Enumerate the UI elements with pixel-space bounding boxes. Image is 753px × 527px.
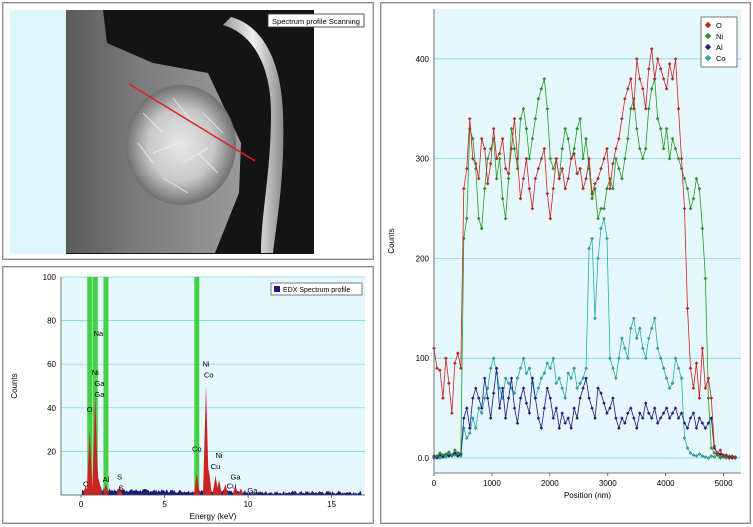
edx-peak-label: Al [103, 475, 110, 484]
profile-legend-label: Al [716, 43, 723, 52]
profile-y-tick-label: 200 [416, 254, 430, 263]
edx-peak-label: Co [192, 444, 202, 453]
sem-image[interactable]: Spectrum profile Scanning [3, 3, 375, 261]
edx-y-tick-label: 60 [47, 360, 56, 369]
edx-peak-label: Cu [227, 481, 237, 490]
profile-y-tick-label: 0.0 [418, 454, 430, 463]
edx-peak-label: Ga [94, 390, 105, 399]
profile-legend-label: Co [716, 54, 726, 63]
edx-x-tick-label: 5 [162, 500, 167, 509]
line-profile-chart[interactable]: 0.01002003004000 1000 2000 3000 4000 5000 Pos… [381, 3, 752, 525]
edx-y-tick-label: 80 [47, 317, 56, 326]
edx-x-axis-label: Energy (keV) [190, 512, 237, 521]
edx-peak-label: Co [204, 370, 214, 379]
flower-structure [126, 85, 236, 205]
edx-peak-label: Ga [231, 473, 242, 482]
profile-y-axis-label: Counts [387, 228, 396, 253]
edx-peak-label: Ni [215, 451, 222, 460]
edx-peak-label: O [87, 405, 93, 414]
image-caption: Spectrum profile Scanning [272, 17, 360, 26]
edx-y-tick-label: 100 [43, 273, 57, 282]
profile-x-tick-label: 0 [432, 479, 437, 488]
line-profile-panel: 0.0 100 200 300 400 0 1000 2000 3000 4000 5000 Pos… [380, 2, 751, 524]
edx-peak-label: Cu [211, 462, 221, 471]
edx-x-tick-label: 15 [327, 500, 336, 509]
edx-peak-label: S [117, 473, 122, 482]
sem-image-panel: Spectrum profile Scanning [2, 2, 374, 260]
edx-legend-swatch [274, 286, 280, 292]
profile-y-tick-label: 100 [416, 354, 430, 363]
edx-peak-label: Ga [247, 486, 258, 495]
profile-x-tick-label: 5000 [715, 479, 733, 488]
profile-x-axis-label: Position (nm) [564, 491, 611, 500]
edx-peak-label: S [119, 484, 124, 493]
edx-x-tick-label: 10 [244, 500, 253, 509]
edx-peak-label: Ni [202, 359, 209, 368]
profile-y-tick-label: 400 [416, 55, 430, 64]
edx-y-axis-label: Counts [10, 373, 19, 398]
edx-y-tick-label: 40 [47, 404, 56, 413]
edx-peak-label: Ni [92, 368, 99, 377]
profile-y-tick-label: 300 [416, 155, 430, 164]
profile-x-tick-label: 3000 [599, 479, 617, 488]
edx-x-tick-label: 0 [79, 500, 84, 509]
edx-legend-label: EDX Spectrum profile [283, 287, 350, 294]
edx-y-tick-label: 20 [47, 447, 56, 456]
edx-element-marker [194, 277, 200, 495]
edx-peak-label: Ga [94, 379, 105, 388]
edx-peak-label: C [83, 479, 89, 488]
profile-x-tick-label: 2000 [541, 479, 559, 488]
profile-x-tick-label: 4000 [657, 479, 675, 488]
edx-spectrum-panel: Na Ni Ga Ga O C Al S S Co Ni Co Ni Cu Cu Ga Ga 100 80 60 40… [2, 266, 374, 524]
profile-legend-label: Ni [716, 32, 723, 41]
edx-spectrum-chart[interactable]: NaNiGaGaOC Al SSCoNiCoNiCuCuGaGa 100806040… [3, 267, 375, 525]
image-left-margin [10, 10, 66, 254]
edx-legend: EDX Spectrum profile [270, 282, 363, 296]
profile-legend-label: O [716, 21, 722, 30]
profile-legend: O Ni Al Co [700, 16, 738, 68]
edx-peak-label: Na [94, 329, 104, 338]
profile-x-tick-label: 1000 [483, 479, 501, 488]
